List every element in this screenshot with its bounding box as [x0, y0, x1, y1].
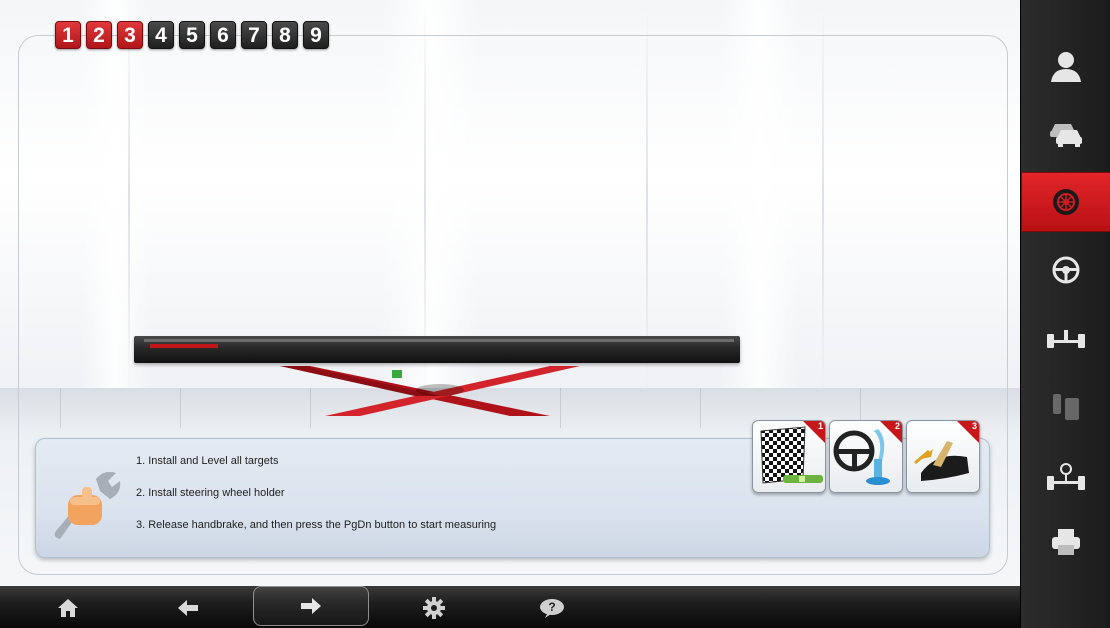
steering-wheel-icon — [1052, 256, 1080, 284]
back-arrow-icon — [178, 600, 198, 616]
sidebar-item-customer[interactable] — [1021, 36, 1110, 96]
vehicle-select-icon — [1050, 124, 1082, 147]
step-7[interactable]: 7 — [241, 21, 267, 49]
next-button[interactable] — [253, 586, 369, 626]
instruction-2: 2. Install steering wheel holder — [136, 487, 285, 499]
back-button[interactable] — [158, 590, 218, 626]
step-4[interactable]: 4 — [148, 21, 174, 49]
lift-platform — [134, 336, 740, 363]
help-button[interactable]: ? — [522, 590, 582, 626]
settings-button[interactable] — [404, 590, 464, 626]
home-icon — [58, 599, 78, 617]
step-1[interactable]: 1 — [55, 21, 81, 49]
sidebar-item-wheel-alignment[interactable] — [1021, 172, 1110, 232]
step-indicator: 1 2 3 4 5 6 7 8 9 — [55, 21, 329, 49]
printer-icon — [1052, 529, 1080, 555]
axle-setup-icon — [1047, 463, 1085, 490]
thumbnail-level-targets[interactable]: 1 — [752, 420, 826, 493]
sidebar-item-axle[interactable] — [1021, 310, 1110, 370]
settings-gear-icon — [423, 597, 445, 619]
step-2[interactable]: 2 — [86, 21, 112, 49]
instruction-1: 1. Install and Level all targets — [136, 455, 279, 467]
instruction-3: 3. Release handbrake, and then press the… — [136, 519, 497, 531]
sidebar-item-vehicle[interactable] — [1021, 103, 1110, 163]
thumbnail-badge: 3 — [971, 421, 977, 431]
step-3[interactable]: 3 — [117, 21, 143, 49]
sidebar-item-axle-setup[interactable] — [1021, 447, 1110, 507]
sidebar-item-steering[interactable] — [1021, 240, 1110, 300]
thumbnail-steering-holder[interactable]: 2 — [829, 420, 903, 493]
thumbnail-handbrake[interactable]: 3 — [906, 420, 980, 493]
customer-icon — [1051, 52, 1081, 82]
scissor-lift — [130, 330, 750, 420]
step-6[interactable]: 6 — [210, 21, 236, 49]
next-arrow-icon — [301, 598, 321, 614]
step-9[interactable]: 9 — [303, 21, 329, 49]
adjustment-icon — [1053, 394, 1079, 420]
svg-text:?: ? — [548, 600, 555, 614]
alignment-app: 1 2 3 4 5 6 7 8 9 1. Install and Level a… — [0, 0, 1110, 628]
thumbnail-badge: 2 — [894, 421, 900, 431]
step-5[interactable]: 5 — [179, 21, 205, 49]
right-sidebar — [1020, 0, 1110, 628]
wall-column — [822, 0, 824, 400]
wrench-hand-icon — [50, 461, 126, 545]
sidebar-item-adjustment[interactable] — [1021, 377, 1110, 437]
axle-icon — [1047, 330, 1085, 348]
step-8[interactable]: 8 — [272, 21, 298, 49]
workshop-scene: 1 2 3 4 5 6 7 8 9 1. Install and Level a… — [0, 0, 1020, 586]
bottom-toolbar: ? — [0, 586, 1020, 628]
wheel-alignment-icon — [1053, 189, 1079, 215]
home-button[interactable] — [38, 590, 98, 626]
thumbnail-badge: 1 — [817, 421, 823, 431]
help-icon: ? — [540, 599, 564, 618]
sidebar-item-print[interactable] — [1021, 512, 1110, 572]
